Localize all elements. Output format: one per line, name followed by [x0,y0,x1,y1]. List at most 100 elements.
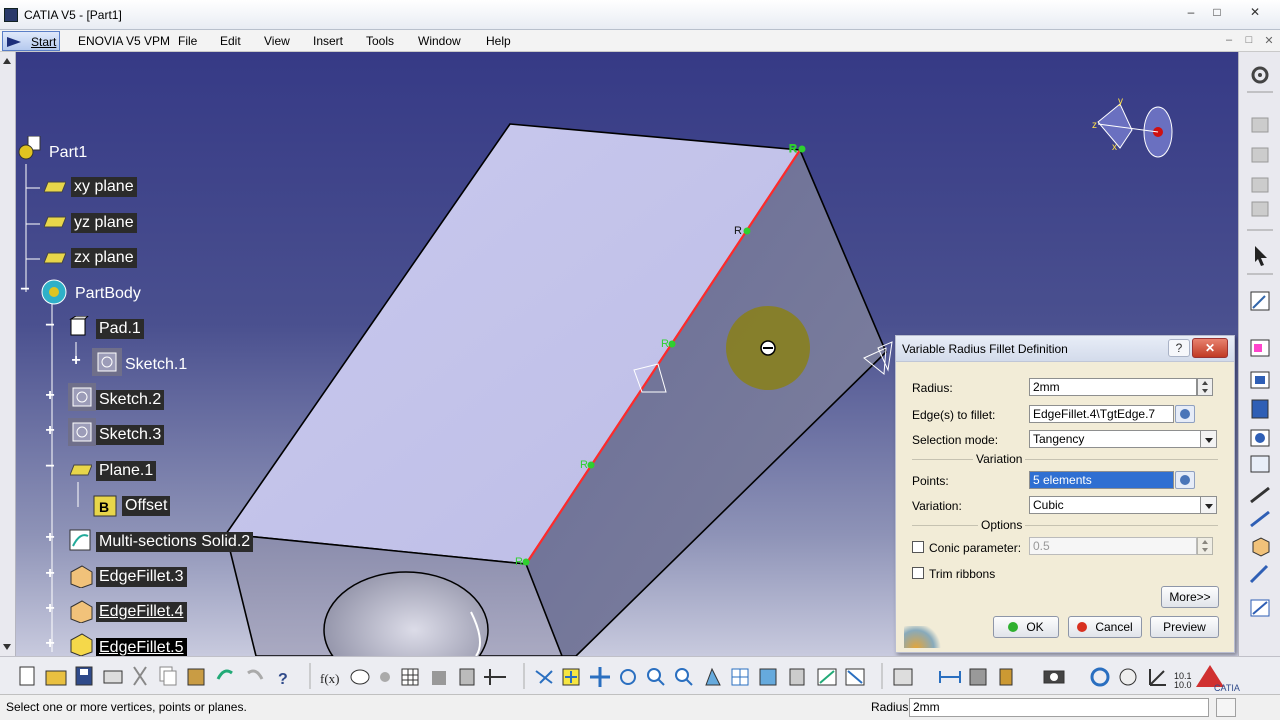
conic-spinner[interactable] [1197,537,1213,555]
expand-icon[interactable]: + [44,423,56,439]
hide-show-2-icon[interactable] [817,668,837,686]
zoom-out-icon[interactable] [675,668,693,686]
multi-view-icon[interactable] [731,668,749,686]
sketch-analysis-icon[interactable] [432,671,446,685]
gear-icon[interactable] [1251,66,1269,84]
dialog-title-bar[interactable]: Variable Radius Fillet Definition ? ✕ [896,336,1234,362]
conic-parameter-field[interactable]: 0.5 [1029,537,1197,555]
swap-visible-icon[interactable] [845,668,865,686]
menu-insert[interactable]: Insert [313,34,343,48]
measure-between-icon[interactable] [939,671,961,683]
compass-icon[interactable]: y z x [1092,96,1173,158]
undo-icon[interactable] [216,669,233,680]
expand-icon[interactable]: + [44,636,56,652]
collapse-icon[interactable]: − [44,318,56,334]
radius-spinner[interactable] [1197,378,1213,396]
tree-item-edgefillet5[interactable]: EdgeFillet.5 [96,638,187,656]
fit-all-icon[interactable] [562,668,580,686]
tree-item-zx-plane[interactable]: zx plane [71,248,137,268]
update-icon[interactable] [893,668,913,686]
chevron-down-icon[interactable] [1201,430,1217,448]
tree-item-sketch1[interactable]: Sketch.1 [122,355,190,375]
select-arrow-icon[interactable] [1255,246,1267,266]
catia-swirl-icon[interactable] [1090,667,1110,687]
constraint-icon[interactable] [484,669,506,685]
pocket-icon[interactable] [1250,371,1270,389]
menu-tools[interactable]: Tools [366,34,394,48]
expand-icon[interactable]: + [44,530,56,546]
tree-item-plane1[interactable]: Plane.1 [96,461,157,481]
tree-item-part1[interactable]: Part1 [46,143,90,163]
dialog-help-button[interactable]: ? [1168,339,1190,357]
tree-item-xy-plane[interactable]: xy plane [71,177,137,197]
tree-item-edgefillet4[interactable]: EdgeFillet.4 [96,602,187,622]
menu-view[interactable]: View [264,34,290,48]
collapse-icon[interactable]: − [44,459,56,475]
radius-field[interactable]: 2mm [1029,378,1197,396]
solid-icon[interactable] [1252,537,1270,557]
hide-show-icon[interactable] [459,668,475,686]
redo-icon[interactable] [247,669,264,680]
points-field[interactable]: 5 elements [1029,471,1174,489]
tree-item-sketch3[interactable]: Sketch.3 [96,425,165,445]
expand-icon[interactable]: + [44,566,56,582]
shaft-icon[interactable] [1251,399,1269,419]
normal-view-icon[interactable] [705,667,721,686]
expand-icon[interactable]: + [44,388,56,404]
new-icon[interactable] [19,666,35,686]
sketch-icon[interactable] [1250,291,1270,311]
menu-file[interactable]: File [178,34,197,48]
table-icon[interactable] [401,668,419,686]
tree-item-sketch2[interactable]: Sketch.2 [96,390,165,410]
minimize-button[interactable]: – [1178,4,1204,20]
print-icon[interactable] [103,670,123,684]
menu-help[interactable]: Help [486,34,511,48]
doc-close-button[interactable]: ✕ [1260,34,1278,48]
more-button[interactable]: More>> [1161,586,1219,608]
dialog-close-button[interactable]: ✕ [1192,338,1228,358]
ok-button[interactable]: OK [993,616,1059,638]
edges-selector-icon[interactable] [1175,405,1195,423]
doc-restore-button[interactable]: □ [1240,34,1258,48]
fly-mode-icon[interactable] [535,670,553,684]
tree-item-offset[interactable]: Offset [122,496,171,516]
collapse-icon[interactable]: − [19,282,31,298]
hole-icon[interactable] [1250,429,1270,447]
cut-icon[interactable] [133,666,147,686]
doc-minimize-button[interactable]: – [1220,34,1238,48]
rotate-icon[interactable] [620,669,636,685]
whats-this-icon[interactable]: ? [278,671,288,688]
draft-icon[interactable] [1249,564,1269,584]
capture-icon[interactable] [1043,670,1065,684]
expand-icon[interactable]: + [44,601,56,617]
maximize-button[interactable]: □ [1204,4,1230,20]
groove-icon[interactable] [1250,455,1270,473]
conic-parameter-checkbox[interactable] [912,541,924,553]
start-menu-button[interactable]: Start [2,31,60,51]
preview-button[interactable]: Preview [1150,616,1219,638]
copy-icon[interactable] [159,666,177,686]
tree-item-pad1[interactable]: Pad.1 [96,319,144,339]
iso-view-icon[interactable] [759,668,777,686]
trim-ribbons-checkbox[interactable] [912,567,924,579]
formula-icon[interactable]: f(x) [320,671,340,686]
menu-window[interactable]: Window [418,34,461,48]
points-selector-icon[interactable] [1175,471,1195,489]
open-icon[interactable] [45,670,67,686]
comment-icon[interactable] [350,669,370,685]
slot-icon[interactable] [1250,510,1270,528]
shading-icon[interactable] [789,668,805,686]
left-scroll-strip[interactable] [0,52,16,656]
close-window-button[interactable]: ✕ [1242,4,1268,20]
tree-item-multisections[interactable]: Multi-sections Solid.2 [96,532,254,552]
menu-enovia[interactable]: ENOVIA V5 VPM [78,34,170,48]
save-icon[interactable] [75,666,93,686]
axis-icon[interactable] [1149,669,1166,686]
tree-item-edgefillet3[interactable]: EdgeFillet.3 [96,567,187,587]
expand-icon[interactable]: + [70,353,82,369]
paste-icon[interactable] [187,668,205,686]
rib-icon[interactable] [1250,486,1270,504]
shell-icon[interactable] [1250,599,1270,617]
pad-icon[interactable] [1250,339,1270,357]
pan-icon[interactable] [590,667,610,687]
